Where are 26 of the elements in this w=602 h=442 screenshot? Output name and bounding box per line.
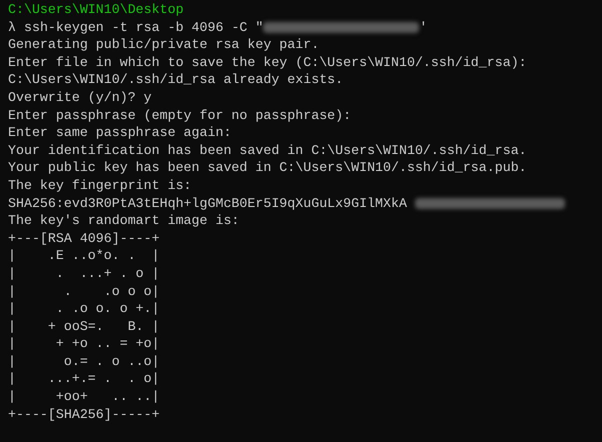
prompt-symbol: λ (8, 18, 16, 36)
output-line: Overwrite (y/n)? y (8, 88, 152, 107)
output-line: The key's randomart image is: (8, 212, 240, 230)
output-line: Enter same passphrase again: (8, 124, 232, 142)
output-line: Enter passphrase (empty for no passphrase): (8, 106, 352, 124)
output-line: | . .o o o| (8, 282, 160, 300)
output-line: Generating public/private rsa key pair. (8, 36, 320, 54)
command-text: ' (419, 18, 428, 36)
output-line: +----[SHA256]-----+ (8, 406, 160, 424)
output-line: | .E ..o*o. . | (8, 247, 160, 265)
output-line: +---[RSA 4096]----+ (8, 230, 160, 248)
output-line: Your public key has been saved in C:\Users\WIN10/.ssh/id_rsa.pub. (8, 159, 527, 177)
output-line: | o.= . o ..o| (8, 352, 160, 370)
command-text: ssh-keygen -t rsa -b 4096 -C " (24, 18, 264, 36)
output-line: | . ...+ . o | (8, 264, 160, 282)
output-line: Enter file in which to save the key (C:\Users\WIN10/.ssh/id_rsa): (8, 54, 527, 72)
prompt-path: C:\Users\WIN10\Desktop (8, 1, 184, 19)
output-line: | ...+.= . . o| (8, 370, 160, 388)
output-line: | + +o .. = +o| (8, 335, 160, 353)
output-line: The key fingerprint is: (8, 176, 192, 195)
output-line: C:\Users\WIN10/.ssh/id_rsa already exists. (8, 71, 344, 89)
output-line: | + ooS=. B. | (8, 318, 160, 336)
output-line: Your identification has been saved in C:\Users\WIN10/.ssh/id_rsa. (8, 142, 527, 160)
output-line: | . .o o. o +.| (8, 300, 160, 318)
output-line: | +oo+ .. ..| (8, 388, 160, 406)
output-line: SHA256:evd3R0PtA3tEHqh+lgGMcB0Er5I9qXuGuLx9GIlMXkA (8, 194, 407, 212)
